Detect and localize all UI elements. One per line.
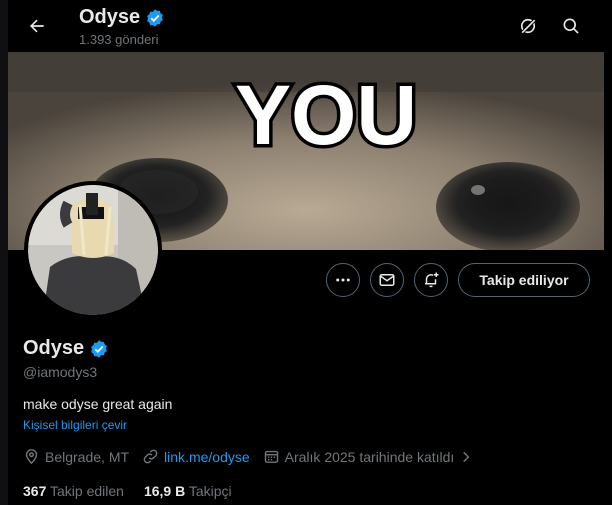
arrow-left-icon: [30, 19, 44, 33]
bell-plus-icon: [425, 272, 439, 288]
banner-caption: YOU: [235, 68, 417, 162]
search-button[interactable]: [554, 9, 588, 43]
following-label: Takip edilen: [50, 483, 124, 499]
chevron-right-icon: [463, 451, 470, 462]
display-name: Odyse: [23, 337, 85, 359]
link-icon: [143, 449, 158, 464]
followers-label: Takipçi: [188, 483, 232, 499]
avatar-image: [28, 185, 158, 315]
following-button[interactable]: Takip ediliyor: [458, 263, 590, 297]
following-stat[interactable]: 367 Takip edilen: [23, 483, 124, 499]
display-name-block: Odyse: [23, 337, 109, 360]
more-options-button[interactable]: [326, 263, 360, 297]
followers-count: 16,9 B: [143, 483, 186, 499]
back-button[interactable]: [20, 9, 54, 43]
grok-button[interactable]: [511, 9, 545, 43]
follow-stats: 367 Takip edilen 16,9 B Takipçi: [23, 483, 252, 499]
more-horizontal-icon: [336, 278, 350, 282]
user-handle: @iamodys3: [23, 364, 98, 380]
calendar-icon: [264, 450, 278, 463]
location-pin-icon: [25, 449, 38, 465]
profile-avatar[interactable]: [24, 181, 162, 319]
website[interactable]: link.me/odyse: [142, 448, 250, 465]
message-button[interactable]: [370, 263, 404, 297]
envelope-icon: [379, 274, 395, 286]
joined-text: Aralık 2025 tarihinde katıldı: [284, 448, 455, 465]
grok-icon: [520, 18, 537, 35]
notifications-button[interactable]: [414, 263, 448, 297]
verified-badge-icon[interactable]: [89, 339, 109, 359]
website-link[interactable]: link.me/odyse: [164, 449, 250, 465]
verified-badge-icon: [147, 8, 163, 27]
following-count: 367: [23, 483, 47, 499]
location-text: Belgrade, MT: [45, 448, 130, 465]
followers-stat[interactable]: 16,9 B Takipçi: [144, 483, 232, 499]
header-title-block: Odyse 1.393 gönderi: [79, 6, 165, 47]
header-title: Odyse: [79, 6, 141, 28]
translate-bio-link[interactable]: Kişisel bilgileri çevir: [23, 418, 127, 432]
post-count: 1.393 gönderi: [79, 32, 159, 47]
location: Belgrade, MT: [23, 448, 129, 465]
joined-date[interactable]: Aralık 2025 tarihinde katıldı: [263, 448, 474, 465]
window-frame: [0, 0, 8, 505]
search-icon: [563, 18, 579, 34]
profile-header: Odyse 1.393 gönderi: [8, 0, 612, 52]
profile-meta: Belgrade, MT link.me/odyse Aralık 2025 t…: [23, 448, 486, 465]
bio-text: make odyse great again: [23, 396, 173, 412]
